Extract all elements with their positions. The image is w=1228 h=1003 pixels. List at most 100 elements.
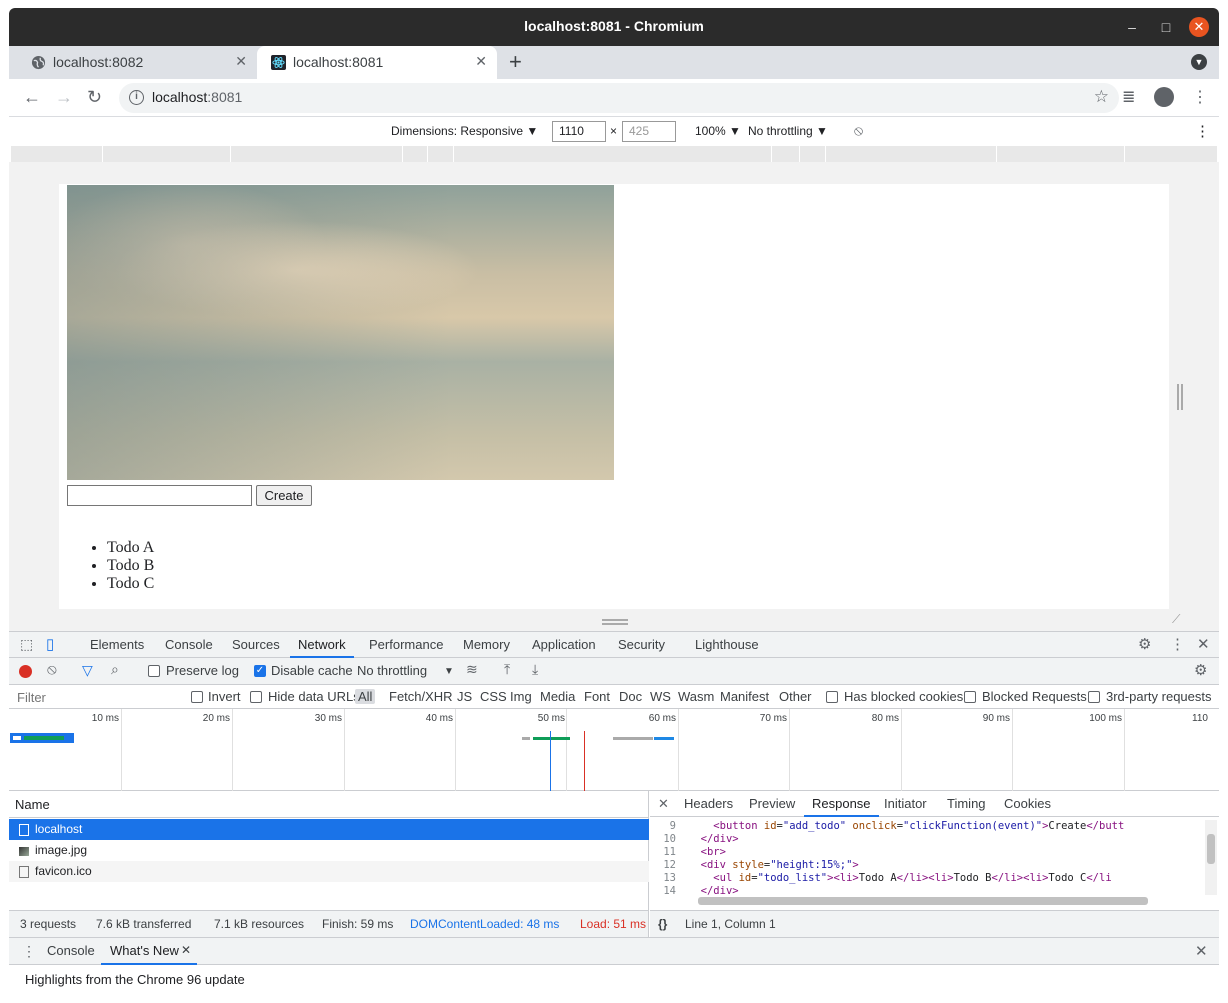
tab-application[interactable]: Application <box>532 637 596 652</box>
close-tab-icon[interactable]: ✕ <box>475 53 487 70</box>
close-whats-new-icon[interactable]: ✕ <box>181 943 191 957</box>
export-har-icon[interactable]: ⤓ <box>532 661 538 678</box>
device-menu-icon[interactable]: ⋮ <box>1195 122 1210 140</box>
request-row-image[interactable]: image.jpg <box>9 840 649 861</box>
tab-performance[interactable]: Performance <box>369 637 443 652</box>
filter-type-fetch-xhr[interactable]: Fetch/XHR <box>389 689 453 704</box>
viewport-width-input[interactable]: 1110 <box>552 121 606 142</box>
forward-arrow-icon[interactable]: → <box>55 87 73 108</box>
rotate-icon[interactable]: ⦸ <box>854 122 863 139</box>
drawer-tab-whats-new[interactable]: What's New <box>110 943 179 958</box>
name-column-header[interactable]: Name <box>9 791 649 818</box>
viewport-resize-handle-right[interactable] <box>1177 384 1183 410</box>
tab-timing[interactable]: Timing <box>947 796 986 811</box>
network-settings-gear-icon[interactable]: ⚙ <box>1194 661 1207 679</box>
todo-input[interactable] <box>67 485 252 506</box>
invert-label: Invert <box>208 689 241 704</box>
third-party-checkbox[interactable] <box>1088 691 1100 703</box>
network-throttling-dropdown[interactable]: No throttling <box>357 663 427 678</box>
filter-type-all[interactable]: All <box>355 689 376 704</box>
reload-icon[interactable]: ↻ <box>87 87 102 108</box>
filter-type-media[interactable]: Media <box>540 689 575 704</box>
filter-type-other[interactable]: Other <box>779 689 812 704</box>
tab-search-icon[interactable]: ▼ <box>1191 54 1207 70</box>
address-bar[interactable]: i localhost:8081 ☆ <box>119 83 1119 113</box>
bookmark-star-icon[interactable]: ☆ <box>1094 87 1109 107</box>
pretty-print-icon[interactable]: {} <box>658 917 667 931</box>
search-icon[interactable]: ⌕ <box>111 661 119 678</box>
drawer-tab-console[interactable]: Console <box>47 943 95 958</box>
filter-type-wasm[interactable]: Wasm <box>678 689 714 704</box>
filter-type-css[interactable]: CSS <box>480 689 507 704</box>
tab-sources[interactable]: Sources <box>232 637 280 652</box>
request-row-favicon[interactable]: favicon.ico <box>9 861 649 882</box>
tab-localhost-8082[interactable]: localhost:8082 ✕ <box>17 46 257 79</box>
device-toolbar-toggle-icon[interactable]: ▯ <box>46 635 54 653</box>
inspect-element-icon[interactable]: ⬚ <box>20 636 33 653</box>
network-overview-timeline[interactable]: 10 ms 20 ms 30 ms 40 ms 50 ms 60 ms 70 m… <box>9 709 1219 791</box>
tab-elements[interactable]: Elements <box>90 637 144 652</box>
vertical-scrollbar[interactable] <box>1205 820 1217 895</box>
tab-network[interactable]: Network <box>290 637 354 658</box>
devtools-menu-icon[interactable]: ⋮ <box>1170 635 1185 653</box>
viewport-resize-corner[interactable]: ⟋ <box>1172 612 1180 627</box>
back-arrow-icon[interactable]: ← <box>23 87 41 108</box>
zoom-dropdown[interactable]: 100% ▼ <box>695 124 741 138</box>
record-icon[interactable] <box>19 665 32 678</box>
filter-type-doc[interactable]: Doc <box>619 689 642 704</box>
response-source[interactable]: 9 <button id="add_todo" onclick="clickFu… <box>650 820 1205 895</box>
close-tab-icon[interactable]: ✕ <box>235 53 247 70</box>
clear-icon[interactable]: ⦸ <box>47 661 57 678</box>
whats-new-highlight[interactable]: Highlights from the Chrome 96 update <box>25 972 245 987</box>
close-devtools-icon[interactable]: ✕ <box>1197 635 1210 653</box>
media-query-bar[interactable] <box>11 146 1217 162</box>
minimize-button[interactable]: – <box>1122 17 1142 37</box>
close-window-button[interactable]: ✕ <box>1189 17 1209 37</box>
has-blocked-cookies-checkbox[interactable] <box>826 691 838 703</box>
filter-icon[interactable]: ▽ <box>82 662 93 679</box>
kebab-menu-icon[interactable]: ⋮ <box>1192 87 1208 107</box>
viewport-resize-handle-bottom[interactable] <box>602 619 628 625</box>
horizontal-scrollbar[interactable] <box>698 897 1148 905</box>
disable-cache-checkbox[interactable]: ✓ <box>254 665 266 677</box>
tab-cookies[interactable]: Cookies <box>1004 796 1051 811</box>
blocked-requests-checkbox[interactable] <box>964 691 976 703</box>
media-queue-icon[interactable]: ≣ <box>1122 87 1135 107</box>
filter-type-ws[interactable]: WS <box>650 689 671 704</box>
create-button[interactable]: Create <box>256 485 312 506</box>
close-detail-icon[interactable]: ✕ <box>658 796 669 812</box>
dimensions-dropdown[interactable]: Dimensions: Responsive ▼ <box>391 124 538 138</box>
maximize-button[interactable]: □ <box>1156 17 1176 37</box>
tab-localhost-8081[interactable]: localhost:8081 ✕ <box>257 46 497 79</box>
tab-preview[interactable]: Preview <box>749 796 795 811</box>
new-tab-button[interactable]: + <box>509 49 522 75</box>
filter-type-font[interactable]: Font <box>584 689 610 704</box>
filter-type-js[interactable]: JS <box>457 689 472 704</box>
tab-headers[interactable]: Headers <box>684 796 733 811</box>
import-har-icon[interactable]: ⤒ <box>504 661 510 678</box>
filter-input[interactable] <box>11 687 176 707</box>
drawer-menu-icon[interactable]: ⋮ <box>22 943 36 960</box>
tab-initiator[interactable]: Initiator <box>884 796 927 811</box>
tab-lighthouse[interactable]: Lighthouse <box>695 637 759 652</box>
viewport-height-input[interactable]: 425 <box>622 121 676 142</box>
request-name: favicon.ico <box>35 864 92 878</box>
site-info-icon[interactable]: i <box>129 90 144 105</box>
filter-type-img[interactable]: Img <box>510 689 532 704</box>
preserve-log-checkbox[interactable] <box>148 665 160 677</box>
tab-memory[interactable]: Memory <box>463 637 510 652</box>
network-conditions-icon[interactable]: ≋ <box>466 661 478 678</box>
tick-label: 70 ms <box>759 713 787 724</box>
tab-response[interactable]: Response <box>804 796 879 817</box>
tab-security[interactable]: Security <box>618 637 665 652</box>
dropdown-arrow-icon[interactable]: ▼ <box>444 666 454 677</box>
filter-type-manifest[interactable]: Manifest <box>720 689 769 704</box>
tab-console[interactable]: Console <box>165 637 213 652</box>
profile-avatar-icon[interactable] <box>1154 87 1174 107</box>
settings-gear-icon[interactable]: ⚙ <box>1138 635 1151 653</box>
hide-data-urls-checkbox[interactable] <box>250 691 262 703</box>
throttling-dropdown[interactable]: No throttling ▼ <box>748 124 828 138</box>
request-row-localhost[interactable]: localhost <box>9 819 649 840</box>
invert-checkbox[interactable] <box>191 691 203 703</box>
close-drawer-icon[interactable]: ✕ <box>1195 942 1208 960</box>
